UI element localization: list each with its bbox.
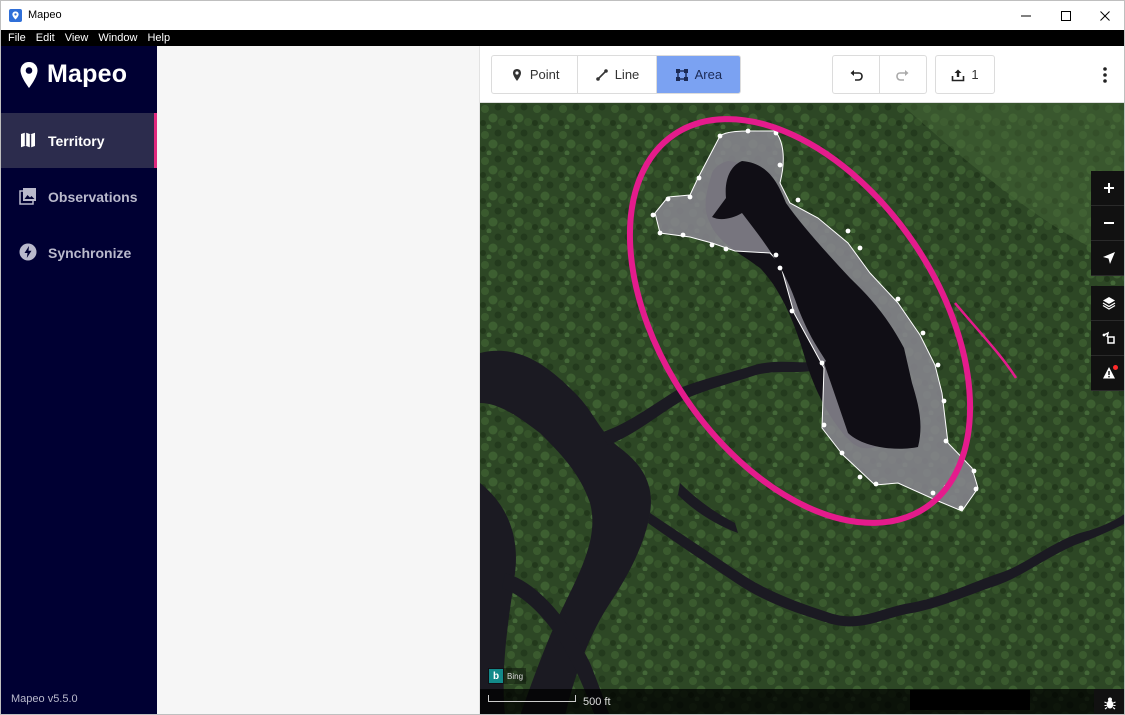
lightning-icon: [19, 243, 37, 261]
node-move-button[interactable]: [1091, 321, 1124, 356]
scale-bar[interactable]: [488, 695, 576, 702]
area-mode-label: Area: [694, 67, 723, 82]
menu-view[interactable]: View: [60, 30, 94, 46]
draw-mode-group: Point Line Area: [491, 55, 741, 94]
line-mode-label: Line: [614, 67, 640, 82]
maximize-button[interactable]: [1045, 1, 1087, 30]
zoom-in-button[interactable]: [1091, 171, 1124, 206]
geolocate-button[interactable]: [1091, 241, 1124, 276]
area-icon: [675, 68, 688, 81]
undo-icon: [850, 69, 863, 81]
window-title: Mapeo: [28, 9, 62, 21]
app-version: Mapeo v5.5.0: [11, 693, 78, 705]
history-group: [832, 55, 927, 94]
debug-button[interactable]: [1094, 689, 1124, 714]
redo-button[interactable]: [880, 56, 926, 93]
point-mode-button[interactable]: Point: [492, 56, 579, 93]
alert-badge: [1113, 365, 1118, 370]
map-canvas[interactable]: b Bing 500 ft: [480, 103, 1124, 714]
menu-window[interactable]: Window: [93, 30, 142, 46]
attribution-text: Bing: [507, 671, 524, 681]
bug-icon: [1104, 697, 1116, 709]
map-icon: [21, 132, 35, 148]
more-vertical-icon[interactable]: [1102, 66, 1108, 84]
map-toolbar: Point Line Area 1: [480, 46, 1124, 103]
side-panel: [157, 46, 480, 714]
issues-button[interactable]: [1091, 356, 1124, 391]
map-controls: [1091, 171, 1124, 391]
photo-icon: [19, 188, 36, 205]
close-button[interactable]: [1084, 1, 1124, 30]
upload-button[interactable]: 1: [936, 56, 994, 93]
map-footer: 500 ft: [480, 689, 1124, 714]
upload-icon: [952, 69, 965, 81]
controls-gap: [1091, 276, 1124, 286]
point-mode-label: Point: [529, 67, 560, 82]
imagery-attribution[interactable]: b Bing: [488, 668, 527, 684]
sidebar-item-synchronize[interactable]: Synchronize: [1, 225, 157, 280]
menu-help[interactable]: Help: [142, 30, 175, 46]
brand-name: Mapeo: [47, 60, 128, 88]
title-bar: Mapeo: [1, 1, 1124, 30]
sidebar-item-label: Synchronize: [48, 244, 132, 261]
scale-label: 500 ft: [583, 696, 611, 708]
bing-logo: b: [489, 669, 503, 683]
maximize-icon: [1061, 10, 1071, 21]
menu-file[interactable]: File: [1, 30, 31, 46]
sidebar-item-label: Observations: [48, 188, 138, 205]
minimize-button[interactable]: [1005, 1, 1047, 30]
menu-edit[interactable]: Edit: [31, 30, 60, 46]
footer-info-box: [910, 690, 1030, 710]
layers-button[interactable]: [1091, 286, 1124, 321]
redo-icon: [896, 69, 909, 81]
pin-icon: [512, 68, 521, 81]
layers-icon: [1102, 297, 1115, 310]
zoom-in-icon: [1103, 183, 1114, 193]
menu-bar: File Edit View Window Help: [1, 30, 1124, 46]
undo-button[interactable]: [833, 56, 880, 93]
geolocate-icon: [1102, 252, 1115, 264]
upload-count: 1: [971, 67, 979, 82]
zoom-out-button[interactable]: [1091, 206, 1124, 241]
satellite-imagery: [480, 103, 1124, 714]
app-window: Mapeo File Edit View Window Help Mapeo T…: [0, 0, 1125, 715]
location-pin-icon: [20, 61, 38, 88]
line-mode-button[interactable]: Line: [578, 56, 657, 93]
area-mode-button[interactable]: Area: [656, 56, 740, 93]
close-icon: [1100, 10, 1110, 21]
sidebar-item-observations[interactable]: Observations: [1, 169, 157, 224]
sidebar-item-label: Territory: [48, 132, 105, 149]
sidebar-item-territory[interactable]: Territory: [1, 113, 157, 168]
line-icon: [595, 68, 608, 81]
brand-logo: Mapeo: [19, 60, 127, 89]
app-icon: [9, 9, 22, 22]
zoom-out-icon: [1103, 222, 1114, 224]
node-move-icon: [1102, 331, 1115, 344]
sidebar: Mapeo Territory Observations Synchronize…: [1, 46, 157, 714]
upload-group: 1: [935, 55, 995, 94]
minimize-icon: [1021, 15, 1031, 16]
